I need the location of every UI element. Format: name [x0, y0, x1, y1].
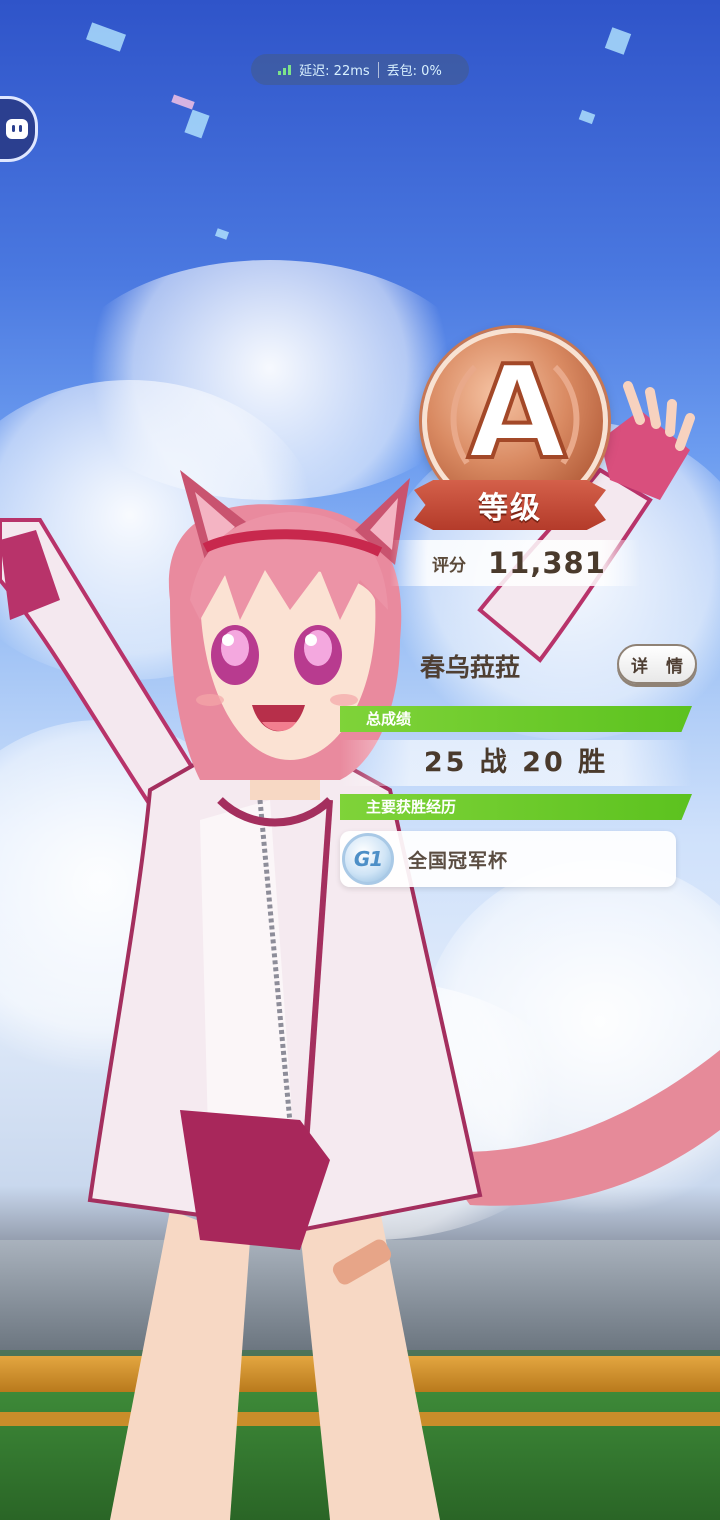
- total-record-header: 总成绩: [340, 706, 692, 732]
- g1-grade-icon: G1: [342, 833, 394, 885]
- rank-ribbon: 等级: [414, 480, 606, 530]
- total-record-value: 25 战 20 胜: [340, 740, 692, 786]
- floating-assistant-button[interactable]: [0, 96, 38, 162]
- score-label: 评分: [432, 555, 466, 576]
- confetti: [171, 94, 195, 110]
- latency-text: 延迟: 22ms: [299, 64, 370, 79]
- fence-rail: [0, 1412, 720, 1426]
- network-status-pill: 延迟: 22ms 丢包: 0%: [251, 54, 469, 85]
- hedge: [0, 1380, 720, 1520]
- game-screen: 延迟: 22ms 丢包: 0% A 等级 评分 11,381 春乌菈菈 详 情 …: [0, 0, 720, 1520]
- packet-loss-text: 丢包: 0%: [386, 64, 442, 79]
- confetti: [214, 228, 230, 240]
- trainee-name: 春乌菈菈: [420, 653, 521, 682]
- score-row: 评分 11,381: [390, 540, 640, 586]
- confetti: [604, 27, 632, 55]
- chat-face-icon: [6, 119, 28, 139]
- rank-letter: A: [465, 339, 568, 488]
- signal-icon: [278, 64, 292, 75]
- rank-ribbon-label: 等级: [478, 491, 542, 526]
- details-button[interactable]: 详 情: [617, 644, 697, 684]
- divider: [377, 61, 379, 78]
- main-wins-header: 主要获胜经历: [340, 794, 692, 820]
- race-name: 全国冠军杯: [408, 849, 509, 872]
- rank-badge: A 等级: [408, 320, 613, 545]
- confetti: [578, 109, 596, 125]
- cloud: [160, 980, 580, 1240]
- main-win-card: G1 全国冠军杯: [340, 831, 676, 887]
- fence-rail: [0, 1356, 720, 1392]
- score-value: 11,381: [488, 546, 606, 580]
- confetti: [184, 109, 210, 139]
- confetti: [86, 22, 126, 52]
- stadium-wall: [0, 1240, 720, 1350]
